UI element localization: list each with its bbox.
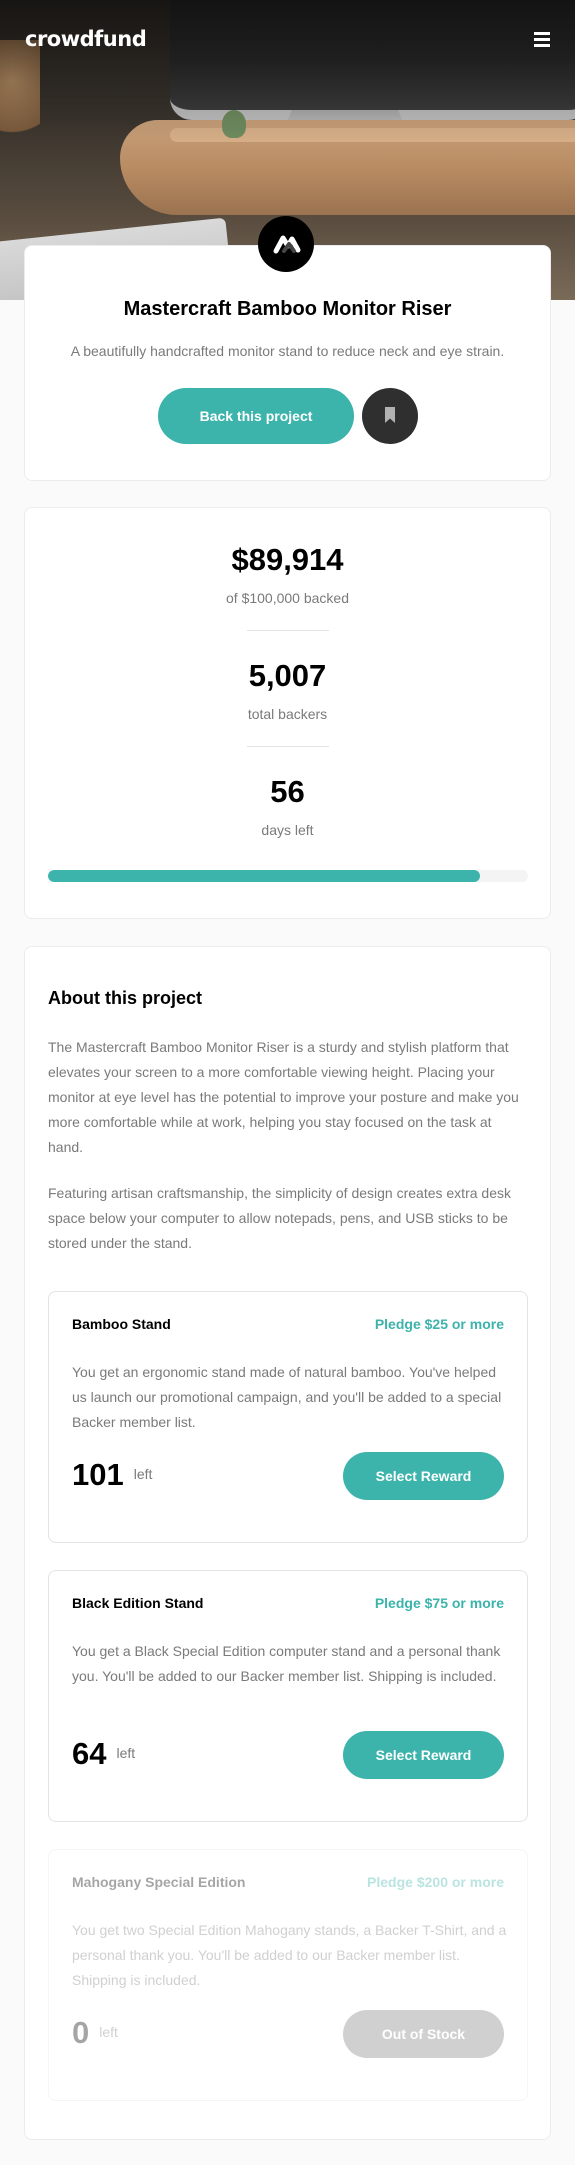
days-left: 56 xyxy=(270,774,305,809)
project-title: Mastercraft Bamboo Monitor Riser xyxy=(123,298,452,320)
reward-card-black-edition: Black Edition Stand Pledge $75 or more Y… xyxy=(48,1570,528,1822)
reward-name: Mahogany Special Edition xyxy=(72,1874,246,1890)
about-title: About this project xyxy=(48,988,202,1008)
hamburger-icon[interactable] xyxy=(534,32,550,47)
bookmark-icon xyxy=(385,407,395,423)
reward-left-label: left xyxy=(99,2024,118,2040)
mastercraft-logo-icon xyxy=(258,216,314,272)
backed-label: of $100,000 backed xyxy=(226,590,349,606)
reward-pledge: Pledge $25 or more xyxy=(374,1316,504,1332)
back-this-project-button[interactable]: Back this project xyxy=(158,388,354,444)
bookmark-button[interactable] xyxy=(362,388,418,444)
reward-stock: 101 left xyxy=(72,1457,152,1493)
about-card: About this project The Mastercraft Bambo… xyxy=(24,946,551,2140)
project-description: A beautifully handcrafted monitor stand … xyxy=(70,343,505,359)
hamburger-bar xyxy=(534,32,550,35)
total-backers: 5,007 xyxy=(248,658,327,693)
reward-description: You get a Black Special Edition computer… xyxy=(72,1643,501,1684)
reward-count: 0 xyxy=(72,2015,90,2050)
mastercraft-logo-mark xyxy=(273,235,301,254)
select-reward-button[interactable]: Select Reward xyxy=(343,1731,504,1779)
progress-fill xyxy=(48,870,480,882)
reward-card-mahogany: Mahogany Special Edition Pledge $200 or … xyxy=(48,1849,528,2101)
reward-left-label: left xyxy=(133,1466,153,1482)
reward-stock: 0 left xyxy=(72,2015,118,2051)
stat-divider xyxy=(247,746,329,747)
reward-count: 101 xyxy=(72,1457,124,1492)
reward-stock: 64 left xyxy=(72,1736,135,1772)
reward-name: Bamboo Stand xyxy=(72,1316,171,1332)
select-reward-button[interactable]: Select Reward xyxy=(343,1452,504,1500)
days-left-label: days left xyxy=(261,822,314,838)
backed-amount: $89,914 xyxy=(231,542,344,577)
reward-count: 64 xyxy=(72,1736,107,1771)
stat-divider xyxy=(247,630,329,631)
hamburger-bar xyxy=(534,44,550,47)
reward-description: You get an ergonomic stand made of natur… xyxy=(72,1364,502,1430)
stats-card: $89,914 of $100,000 backed 5,007 total b… xyxy=(24,507,551,919)
project-intro-card: Mastercraft Bamboo Monitor Riser A beaut… xyxy=(24,245,551,481)
about-paragraph-2: Featuring artisan craftsmanship, the sim… xyxy=(48,1185,511,1251)
reward-description: You get two Special Edition Mahogany sta… xyxy=(72,1922,507,1988)
reward-pledge: Pledge $75 or more xyxy=(374,1595,504,1611)
hamburger-bar xyxy=(534,38,550,41)
reward-pledge: Pledge $200 or more xyxy=(367,1874,504,1890)
crowdfund-logo[interactable]: crowdfund xyxy=(25,27,147,51)
hero-shade xyxy=(0,0,575,140)
out-of-stock-button: Out of Stock xyxy=(343,2010,504,2058)
progress-bar xyxy=(48,870,528,882)
reward-left-label: left xyxy=(116,1745,136,1761)
reward-name: Black Edition Stand xyxy=(72,1595,204,1611)
about-paragraph-1: The Mastercraft Bamboo Monitor Riser is … xyxy=(48,1039,519,1155)
reward-card-bamboo: Bamboo Stand Pledge $25 or more You get … xyxy=(48,1291,528,1543)
backers-label: total backers xyxy=(247,706,328,722)
